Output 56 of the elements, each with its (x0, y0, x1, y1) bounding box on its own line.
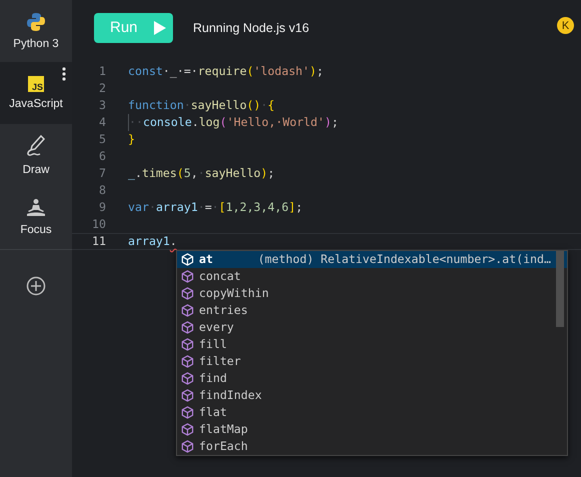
line-number: 3 (98, 97, 106, 114)
code-line: _.times(5,·sayHello); (128, 165, 275, 182)
meditation-figure-icon (25, 198, 47, 218)
line-number: 9 (98, 199, 106, 216)
suggestion-item[interactable]: forEach (177, 438, 567, 455)
method-icon (181, 406, 194, 419)
suggestion-item[interactable]: concat (177, 268, 567, 285)
sidebar-item[interactable]: Focus (0, 186, 72, 248)
more-icon[interactable] (62, 67, 66, 81)
line-number: 2 (98, 80, 106, 97)
line-number: 8 (98, 182, 106, 199)
sidebar-item[interactable]: Python 3 (0, 0, 72, 62)
python-icon (26, 12, 46, 32)
method-icon (181, 355, 194, 368)
js-logo-icon: JS (28, 76, 44, 92)
suggestion-item[interactable]: flatMap (177, 421, 567, 438)
method-icon (181, 321, 194, 334)
user-avatar[interactable]: K (557, 17, 574, 34)
method-icon (181, 270, 194, 283)
play-icon (154, 20, 166, 34)
suggestion-item[interactable]: entries (177, 302, 567, 319)
code-line: ··console.log('Hello,·World'); (128, 114, 338, 131)
pencil-icon (25, 134, 47, 158)
method-icon (181, 389, 194, 402)
suggestion-item[interactable]: filter (177, 353, 567, 370)
line-number: 11 (91, 234, 106, 249)
method-icon (181, 440, 194, 453)
suggestion-item[interactable]: every (177, 319, 567, 336)
suggestion-item[interactable]: findIndex (177, 387, 567, 404)
suggestion-item[interactable]: at (method) RelativeIndexable<number>.at(ind… (177, 251, 567, 268)
code-line: } (128, 131, 135, 148)
code-line: const·_·=·require('lodash'); (128, 63, 324, 80)
scrollbar-thumb[interactable] (556, 251, 564, 327)
run-status: Running Node.js v16 (193, 21, 310, 35)
method-icon (181, 423, 194, 436)
line-number: 1 (98, 63, 106, 80)
add-icon[interactable] (26, 276, 46, 296)
suggestion-item[interactable]: find (177, 370, 567, 387)
sidebar-item[interactable]: Draw (0, 124, 72, 186)
method-icon (181, 253, 194, 266)
sidebar-item[interactable]: JS JavaScript (0, 62, 72, 124)
method-icon (181, 304, 194, 317)
code-line: function·sayHello()·{ (128, 97, 275, 114)
suggestion-item[interactable]: flat (177, 404, 567, 421)
method-icon (181, 372, 194, 385)
method-icon (181, 338, 194, 351)
code-line: var·array1·=·[1,2,3,4,6]; (128, 199, 303, 216)
code-line: array1. (128, 234, 177, 249)
method-icon (181, 287, 194, 300)
line-number: 5 (98, 131, 106, 148)
line-number: 4 (98, 114, 106, 131)
line-number: 10 (91, 216, 106, 233)
line-number: 6 (98, 148, 106, 165)
line-number: 7 (98, 165, 106, 182)
suggestion-item[interactable]: fill (177, 336, 567, 353)
suggestion-item[interactable]: copyWithin (177, 285, 567, 302)
